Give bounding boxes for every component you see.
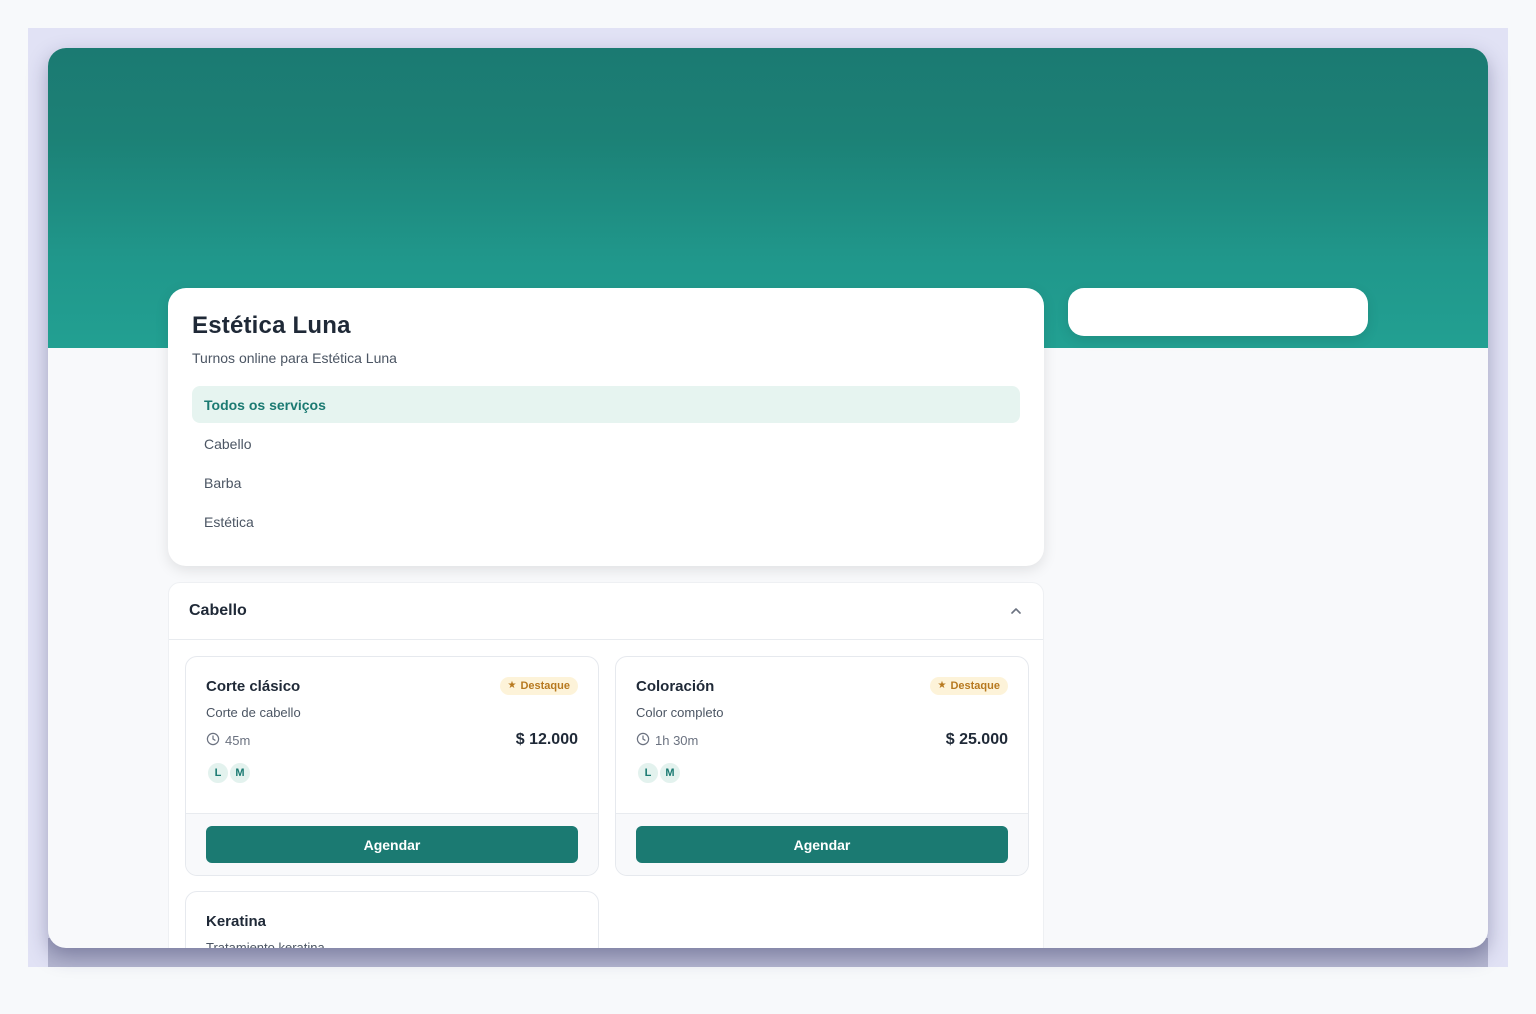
star-icon: ★ [507, 680, 517, 691]
clock-icon [206, 732, 220, 749]
avatar: M [658, 761, 682, 785]
business-subtitle: Turnos online para Estética Luna [192, 350, 397, 366]
badge-label: Destaque [520, 680, 570, 692]
staff-avatars: L M [206, 761, 578, 785]
category-item-estetica[interactable]: Estética [192, 503, 1020, 540]
service-card: Coloración ★ Destaque Color completo 1h … [615, 656, 1029, 876]
avatar: M [228, 761, 252, 785]
business-name: Estética Luna [192, 312, 351, 339]
avatar: L [206, 761, 230, 785]
service-duration: 1h 30m [636, 732, 698, 749]
browser-window: Estética Luna Turnos online para Estétic… [48, 48, 1488, 948]
avatar: L [636, 761, 660, 785]
service-name: Corte clásico [206, 677, 301, 695]
section-header[interactable]: Cabello [169, 583, 1043, 640]
duration-value: 1h 30m [655, 732, 699, 748]
service-card: Keratina Tratamiento keratina [185, 891, 599, 948]
service-description: Color completo [636, 705, 724, 720]
book-button[interactable]: Agendar [206, 826, 578, 863]
service-description: Tratamiento keratina [206, 940, 325, 948]
category-item-barba[interactable]: Barba [192, 464, 1020, 501]
business-card: Estética Luna Turnos online para Estétic… [168, 288, 1044, 566]
category-list: Todos os serviços Cabello Barba Estética [192, 386, 1020, 540]
service-price: $ 25.000 [945, 731, 1008, 748]
service-duration: 45m [206, 732, 250, 749]
chevron-up-icon[interactable] [1009, 604, 1023, 618]
clock-icon [636, 732, 650, 749]
duration-value: 45m [225, 732, 251, 748]
category-item-all[interactable]: Todos os serviços [192, 386, 1020, 423]
featured-badge: ★ Destaque [929, 677, 1008, 695]
book-button[interactable]: Agendar [636, 826, 1008, 863]
service-description: Corte de cabello [206, 705, 301, 720]
service-section: Cabello Corte clásico ★ Destaque Corte d… [168, 582, 1044, 948]
star-icon: ★ [937, 680, 947, 691]
service-card: Corte clásico ★ Destaque Corte de cabell… [185, 656, 599, 876]
badge-label: Destaque [950, 680, 1000, 692]
category-item-cabello[interactable]: Cabello [192, 425, 1020, 462]
service-name: Coloración [636, 677, 715, 695]
side-panel-card [1068, 288, 1368, 336]
section-title: Cabello [189, 602, 247, 619]
staff-avatars: L M [636, 761, 1008, 785]
service-name: Keratina [206, 912, 267, 930]
featured-badge: ★ Destaque [499, 677, 578, 695]
service-price: $ 12.000 [515, 731, 578, 748]
